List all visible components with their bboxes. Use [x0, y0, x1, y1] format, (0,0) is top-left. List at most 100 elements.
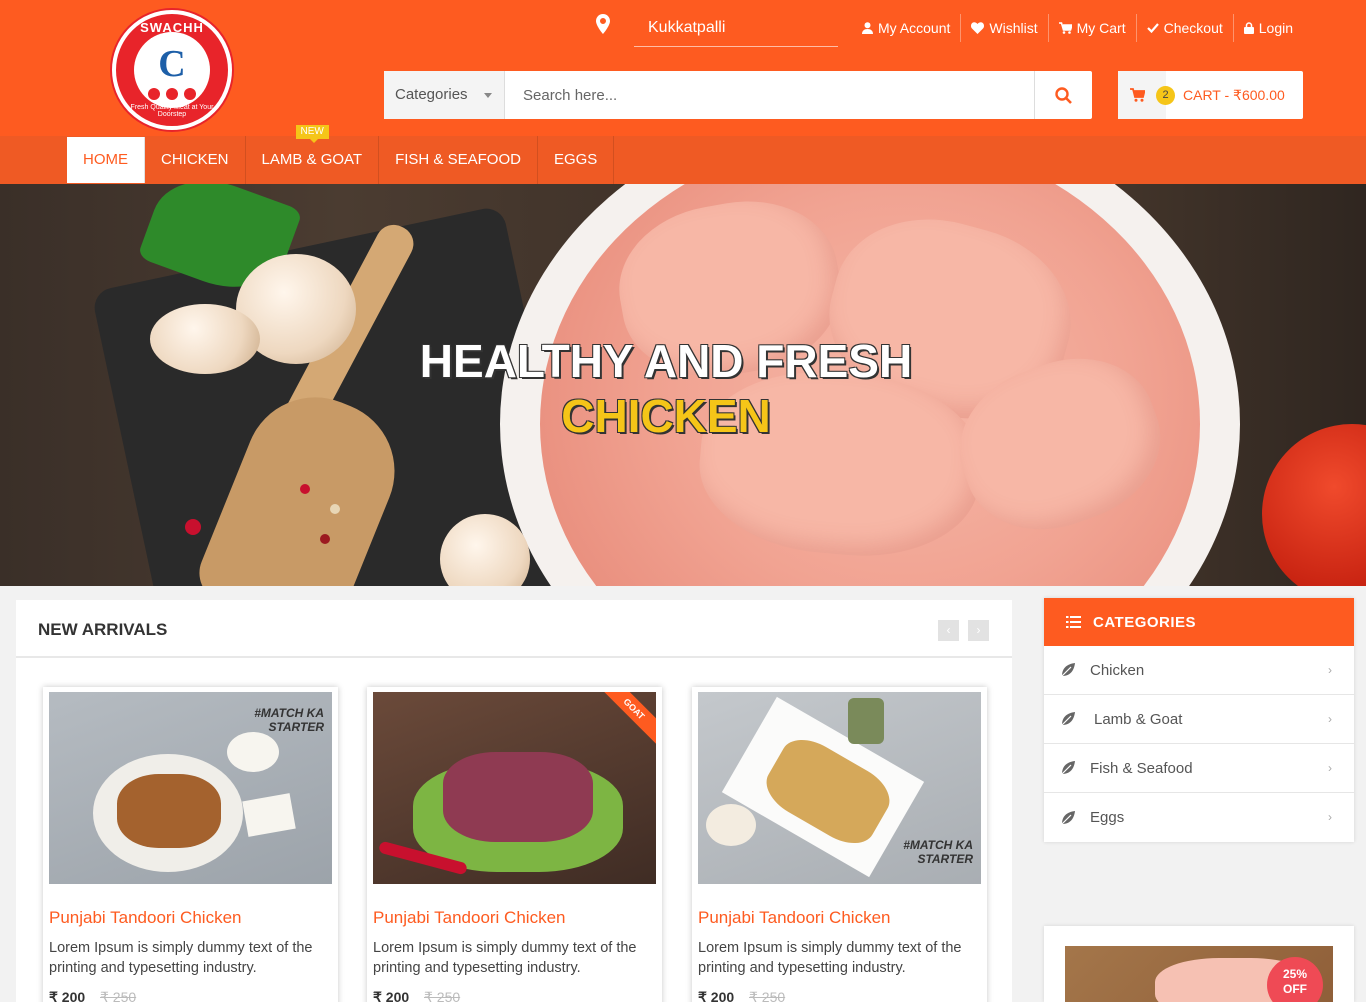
goat-ribbon: GOAT — [599, 692, 656, 744]
product-title[interactable]: Punjabi Tandoori Chicken — [373, 908, 565, 928]
cart-button[interactable]: 2 CART - ₹600.00 — [1118, 71, 1303, 119]
search-input[interactable] — [505, 71, 1034, 119]
cart-total-label: CART - ₹600.00 — [1183, 86, 1285, 103]
product-image[interactable]: #MATCH KA STARTER — [698, 692, 981, 884]
nav-home-label: HOME — [83, 151, 128, 168]
cart-icon — [1130, 88, 1145, 102]
logo-dots — [148, 88, 196, 100]
nav-lamb-goat[interactable]: NEW LAMB & GOAT — [246, 125, 380, 184]
tandoori-chicken-image — [117, 774, 221, 848]
brand-tagline: Fresh Quality Meat at Your Doorstep — [130, 104, 214, 118]
chevron-right-icon: › — [1328, 712, 1332, 726]
product-card[interactable]: #MATCH KA STARTER Punjabi Tandoori Chick… — [43, 687, 338, 1002]
promo-banner[interactable]: 25% OFF — [1044, 926, 1354, 1002]
chevron-down-icon — [484, 93, 492, 98]
rooster-icon: C — [158, 43, 186, 85]
discount-off: OFF — [1283, 982, 1307, 996]
nav-items: HOME CHICKEN NEW LAMB & GOAT FISH & SEAF… — [67, 125, 615, 184]
product-price: ₹ 200 — [698, 989, 735, 1002]
login-link[interactable]: Login — [1232, 14, 1303, 42]
user-icon — [862, 22, 873, 34]
nav-fish-seafood[interactable]: FISH & SEAFOOD — [379, 136, 538, 184]
hero-banner[interactable]: HEALTHY AND FRESH CHICKEN — [0, 184, 1366, 586]
product-card[interactable]: GOAT Punjabi Tandoori Chicken Lorem Ipsu… — [367, 687, 662, 1002]
leaf-icon — [1061, 712, 1075, 726]
nav-eggs[interactable]: EGGS — [538, 136, 615, 184]
my-cart-label: My Cart — [1076, 20, 1126, 36]
brand-logo[interactable]: SWACHH MAMS C Fresh Quality Meat at Your… — [112, 10, 232, 130]
nav-fish-seafood-label: FISH & SEAFOOD — [395, 151, 521, 168]
category-item-lamb-goat[interactable]: Lamb & Goat › — [1044, 695, 1354, 744]
match-ka-starter-tag: #MATCH KA STARTER — [903, 838, 973, 866]
cart-icon — [1058, 22, 1072, 34]
checkout-label: Checkout — [1163, 20, 1223, 36]
lock-icon — [1243, 22, 1254, 34]
search-button[interactable] — [1034, 71, 1092, 119]
cashew-bowl-image — [706, 804, 756, 846]
cart-icon-wrap: 2 — [1118, 71, 1175, 119]
carousel-prev-button[interactable]: ‹ — [938, 620, 959, 641]
top-links: My Account Wishlist My Cart Checkout Log… — [852, 7, 1303, 49]
leaf-icon — [1061, 810, 1075, 824]
hero-pepper-image — [300, 484, 310, 494]
nav-lamb-goat-label: LAMB & GOAT — [261, 151, 363, 168]
product-old-price: ₹ 250 — [424, 989, 461, 1002]
cart-count-badge: 2 — [1156, 86, 1175, 105]
chevron-right-icon: › — [1328, 663, 1332, 677]
category-select-value: Categories — [395, 86, 468, 103]
carousel-next-button[interactable]: › — [968, 620, 989, 641]
hero-pepper-image — [320, 534, 330, 544]
nav-chicken-label: CHICKEN — [161, 151, 229, 168]
category-label: Fish & Seafood — [1090, 759, 1193, 777]
dip-bowl-image — [227, 732, 279, 772]
leaf-icon — [1061, 663, 1075, 677]
product-old-price: ₹ 250 — [100, 989, 137, 1002]
hero-title: HEALTHY AND FRESH — [419, 335, 913, 387]
site-header: SWACHH MAMS C Fresh Quality Meat at Your… — [0, 0, 1366, 136]
check-icon — [1146, 23, 1159, 33]
category-select[interactable]: Categories — [384, 71, 505, 119]
discount-percent: 25% — [1282, 967, 1308, 981]
product-old-price: ₹ 250 — [749, 989, 786, 1002]
location-pin-icon — [596, 14, 610, 34]
wishlist-label: Wishlist — [989, 20, 1038, 36]
logo-emblem: C — [134, 32, 210, 108]
category-item-fish-seafood[interactable]: Fish & Seafood › — [1044, 744, 1354, 793]
hero-subtitle: CHICKEN — [561, 390, 771, 442]
search-bar: Categories — [384, 71, 1092, 119]
category-item-eggs[interactable]: Eggs › — [1044, 793, 1354, 842]
match-ka-starter-tag: #MATCH KA STARTER — [254, 706, 324, 734]
my-account-link[interactable]: My Account — [852, 14, 960, 42]
location-field[interactable]: Kukkatpalli — [634, 11, 838, 47]
nav-eggs-label: EGGS — [553, 151, 598, 168]
new-arrivals-header: NEW ARRIVALS ‹ › — [16, 600, 1012, 658]
categories-title: CATEGORIES — [1093, 613, 1197, 631]
my-cart-link[interactable]: My Cart — [1047, 14, 1136, 42]
new-arrivals-title: NEW ARRIVALS — [38, 620, 168, 639]
chevron-right-icon: › — [1328, 810, 1332, 824]
nav-home[interactable]: HOME — [67, 137, 145, 183]
product-image[interactable]: #MATCH KA STARTER — [49, 692, 332, 884]
product-title[interactable]: Punjabi Tandoori Chicken — [49, 908, 241, 928]
product-description: Lorem Ipsum is simply dummy text of the … — [49, 940, 313, 976]
product-description: Lorem Ipsum is simply dummy text of the … — [698, 940, 962, 976]
category-item-chicken[interactable]: Chicken › — [1044, 646, 1354, 695]
product-image[interactable]: GOAT — [373, 692, 656, 884]
product-price: ₹ 200 — [49, 989, 86, 1002]
login-label: Login — [1258, 20, 1294, 36]
hero-pepper-image — [185, 519, 201, 535]
menu-icon — [1066, 616, 1081, 628]
nav-chicken[interactable]: CHICKEN — [145, 136, 246, 184]
new-badge: NEW — [295, 125, 329, 143]
checkout-link[interactable]: Checkout — [1135, 14, 1233, 42]
product-title[interactable]: Punjabi Tandoori Chicken — [698, 908, 890, 928]
category-label: Chicken — [1090, 661, 1145, 679]
chutney-bowl-image — [242, 793, 296, 837]
my-account-label: My Account — [878, 20, 951, 36]
category-label: Lamb & Goat — [1094, 710, 1183, 728]
category-label: Eggs — [1090, 809, 1125, 826]
product-card[interactable]: #MATCH KA STARTER Punjabi Tandoori Chick… — [692, 687, 987, 1002]
categories-sidebar: CATEGORIES Chicken › Lamb & Goat › Fish … — [1044, 598, 1354, 842]
wishlist-link[interactable]: Wishlist — [960, 14, 1047, 42]
goat-meat-image — [443, 752, 593, 842]
